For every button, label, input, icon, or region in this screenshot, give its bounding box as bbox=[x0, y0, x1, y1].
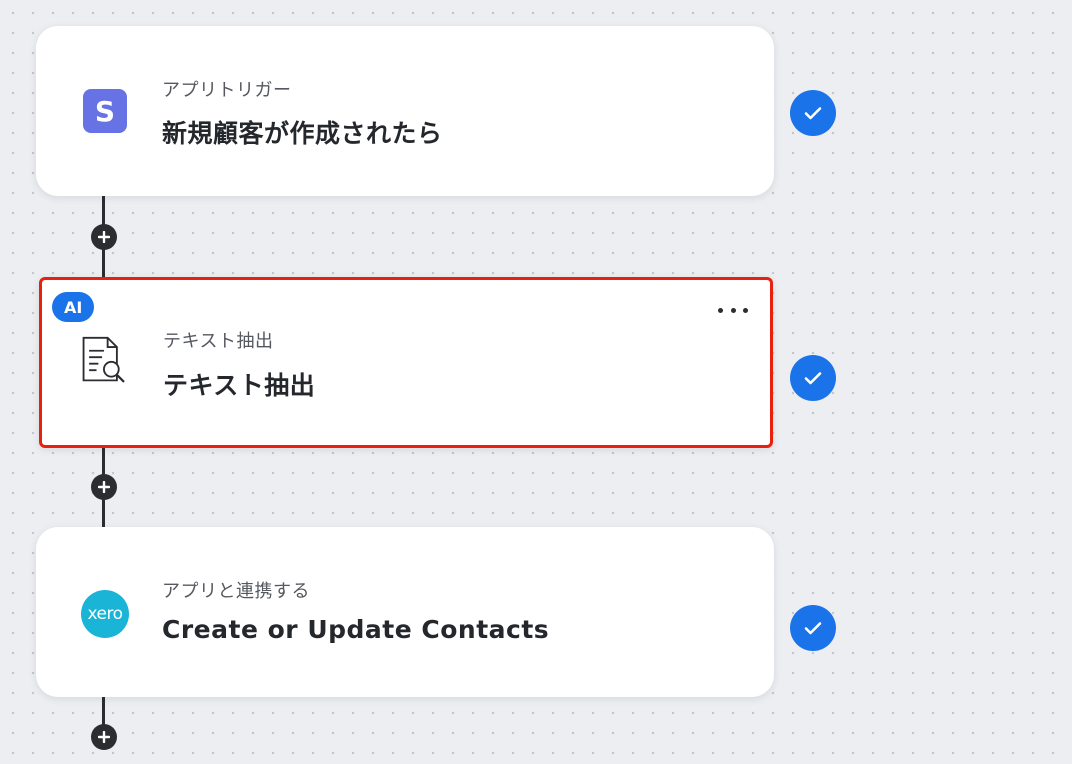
plus-icon bbox=[98, 731, 110, 743]
completed-check-icon bbox=[790, 90, 836, 136]
step-card-text-extraction[interactable]: AI テキスト抽出 テキスト抽出 bbox=[39, 277, 773, 448]
plus-icon bbox=[98, 481, 110, 493]
step-subtitle: テキスト抽出 bbox=[163, 331, 274, 352]
stripe-logo-icon: S bbox=[80, 86, 130, 136]
dot-icon bbox=[730, 307, 736, 313]
step-subtitle: アプリと連携する bbox=[162, 581, 310, 602]
completed-check-icon bbox=[790, 355, 836, 401]
document-search-icon bbox=[78, 335, 128, 385]
step-card-trigger[interactable]: S アプリトリガー 新規顧客が作成されたら bbox=[36, 26, 774, 196]
add-step-button[interactable] bbox=[91, 224, 117, 250]
step-card-xero[interactable]: xero アプリと連携する Create or Update Contacts bbox=[36, 527, 774, 697]
dot-icon bbox=[718, 307, 723, 313]
plus-icon bbox=[98, 231, 110, 243]
add-step-button[interactable] bbox=[91, 474, 117, 500]
step-title: テキスト抽出 bbox=[163, 371, 316, 400]
more-options-button[interactable] bbox=[718, 300, 748, 320]
step-title: Create or Update Contacts bbox=[162, 615, 550, 644]
ai-badge: AI bbox=[52, 292, 95, 322]
dot-icon bbox=[743, 307, 748, 313]
completed-check-icon bbox=[790, 605, 836, 651]
add-step-button[interactable] bbox=[91, 724, 117, 750]
step-title: 新規顧客が作成されたら bbox=[162, 119, 443, 148]
step-subtitle: アプリトリガー bbox=[162, 80, 292, 101]
xero-logo-icon: xero bbox=[80, 589, 130, 639]
